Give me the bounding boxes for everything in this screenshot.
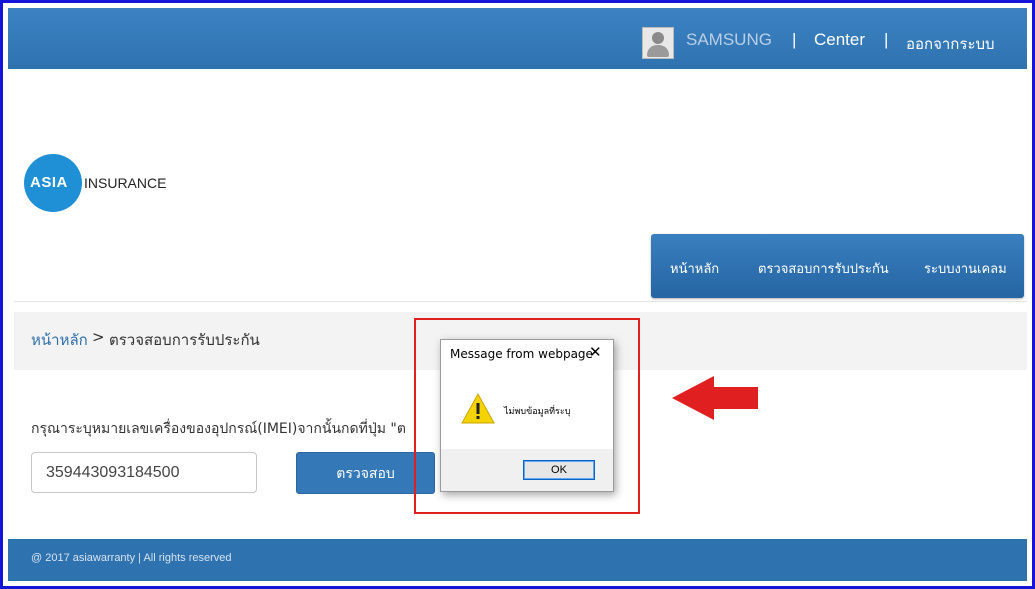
warning-icon [461, 393, 495, 424]
top-separator: | [792, 30, 797, 49]
dialog-message: ไม่พบข้อมูลที่ระบุ [504, 407, 571, 417]
imei-instruction: กรุณาระบุหมายเลขเครื่องของอุปกรณ์(IMEI)จ… [31, 421, 406, 437]
logo-insurance-text: INSURANCE [84, 175, 167, 191]
dialog-title: Message from webpage [450, 347, 593, 361]
nav-item-home[interactable]: หน้าหลัก [670, 258, 719, 279]
main-nav: หน้าหลัก ตรวจสอบการรับประกัน ระบบงานเคลม [651, 234, 1024, 298]
alert-dialog: Message from webpage ✕ ไม่พบข้อมูลที่ระบ… [440, 339, 614, 492]
logout-link[interactable]: ออกจากระบบ [906, 32, 995, 56]
logo-asia-text: ASIA [30, 174, 68, 191]
top-bar: SAMSUNG | Center | ออกจากระบบ [8, 8, 1027, 69]
annotation-arrow-icon [672, 376, 758, 420]
breadcrumb-home-link[interactable]: หน้าหลัก [31, 328, 88, 352]
user-avatar-icon [642, 27, 674, 59]
center-link[interactable]: Center [814, 30, 865, 50]
top-separator: | [884, 30, 889, 49]
user-name: SAMSUNG [686, 30, 772, 49]
footer-copyright: @ 2017 asiawarranty | All rights reserve… [31, 552, 232, 564]
ok-button[interactable]: OK [523, 460, 595, 480]
close-icon[interactable]: ✕ [589, 343, 602, 361]
breadcrumb-current: ตรวจสอบการรับประกัน [109, 331, 260, 349]
breadcrumb-separator: > [92, 328, 105, 346]
imei-input[interactable] [31, 452, 257, 493]
browser-page: SAMSUNG | Center | ออกจากระบบ ASIA INSUR… [8, 8, 1027, 581]
divider [14, 301, 1027, 302]
nav-item-warranty-check[interactable]: ตรวจสอบการรับประกัน [758, 258, 889, 279]
nav-item-claims[interactable]: ระบบงานเคลม [924, 258, 1007, 279]
